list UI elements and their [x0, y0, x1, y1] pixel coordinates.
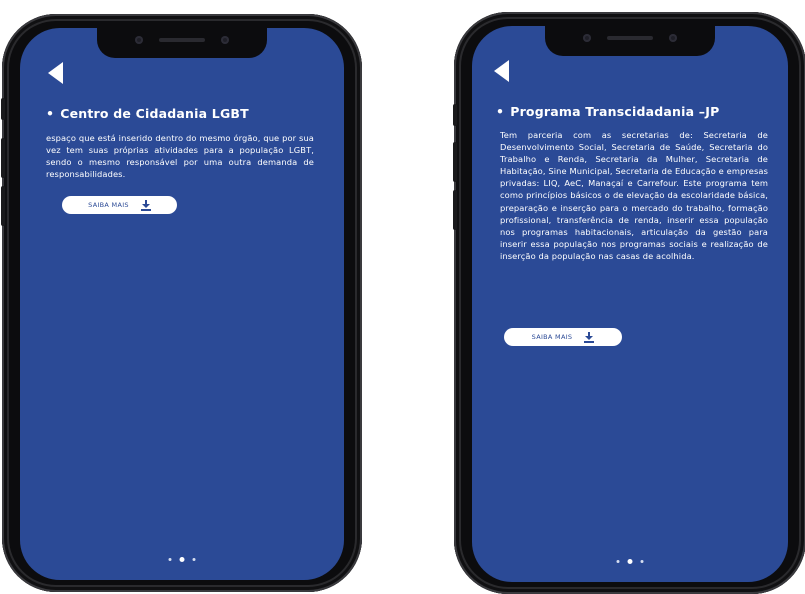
page-dot[interactable]: [616, 560, 620, 563]
section-description: espaço que está inserido dentro do mesmo…: [46, 133, 314, 180]
app-screen-right: • Programa Transcidadania –JP Tem parceri…: [472, 26, 788, 582]
saiba-mais-button[interactable]: SAIBA MAIS: [62, 196, 177, 214]
volume-up-button: [453, 142, 457, 182]
section-title-text: Programa Transcidadania –JP: [510, 104, 720, 119]
download-icon: [584, 331, 595, 343]
phone-notch: [97, 28, 267, 58]
volume-up-button: [1, 138, 5, 178]
page-dot-active[interactable]: [179, 557, 185, 562]
volume-down-button: [1, 186, 5, 226]
phone-notch: [545, 26, 715, 56]
sensor-dot: [135, 36, 143, 44]
speaker-grille: [607, 36, 653, 40]
camera-dot: [669, 34, 677, 42]
page-dot-active[interactable]: [627, 559, 633, 564]
title-bullet: •: [46, 106, 55, 121]
section-title: • Programa Transcidadania –JP: [496, 104, 770, 119]
section-title-text: Centro de Cidadania LGBT: [60, 106, 249, 121]
mute-switch: [1, 98, 5, 120]
volume-down-button: [453, 190, 457, 230]
section-title: • Centro de Cidadania LGBT: [46, 106, 326, 121]
camera-dot: [221, 36, 229, 44]
app-screen-left: • Centro de Cidadania LGBT espaço que est…: [20, 28, 344, 580]
phone-mockup-left: • Centro de Cidadania LGBT espaço que est…: [1, 14, 362, 592]
back-arrow-icon[interactable]: [48, 62, 63, 84]
saiba-mais-button[interactable]: SAIBA MAIS: [504, 328, 622, 346]
page-dot[interactable]: [640, 560, 644, 563]
page-dot[interactable]: [192, 558, 196, 561]
saiba-mais-label: SAIBA MAIS: [88, 201, 129, 209]
back-arrow-icon[interactable]: [494, 60, 509, 82]
pagination-dots: [168, 557, 196, 562]
title-bullet: •: [496, 104, 505, 119]
phone-mockup-right: • Programa Transcidadania –JP Tem parceri…: [453, 12, 805, 594]
mute-switch: [453, 104, 457, 126]
page-dot[interactable]: [168, 558, 172, 561]
download-icon: [140, 199, 151, 211]
pagination-dots: [616, 559, 644, 564]
speaker-grille: [159, 38, 205, 42]
sensor-dot: [583, 34, 591, 42]
saiba-mais-label: SAIBA MAIS: [531, 333, 573, 341]
section-description: Tem parceria com as secretarias de: Secr…: [500, 130, 768, 261]
